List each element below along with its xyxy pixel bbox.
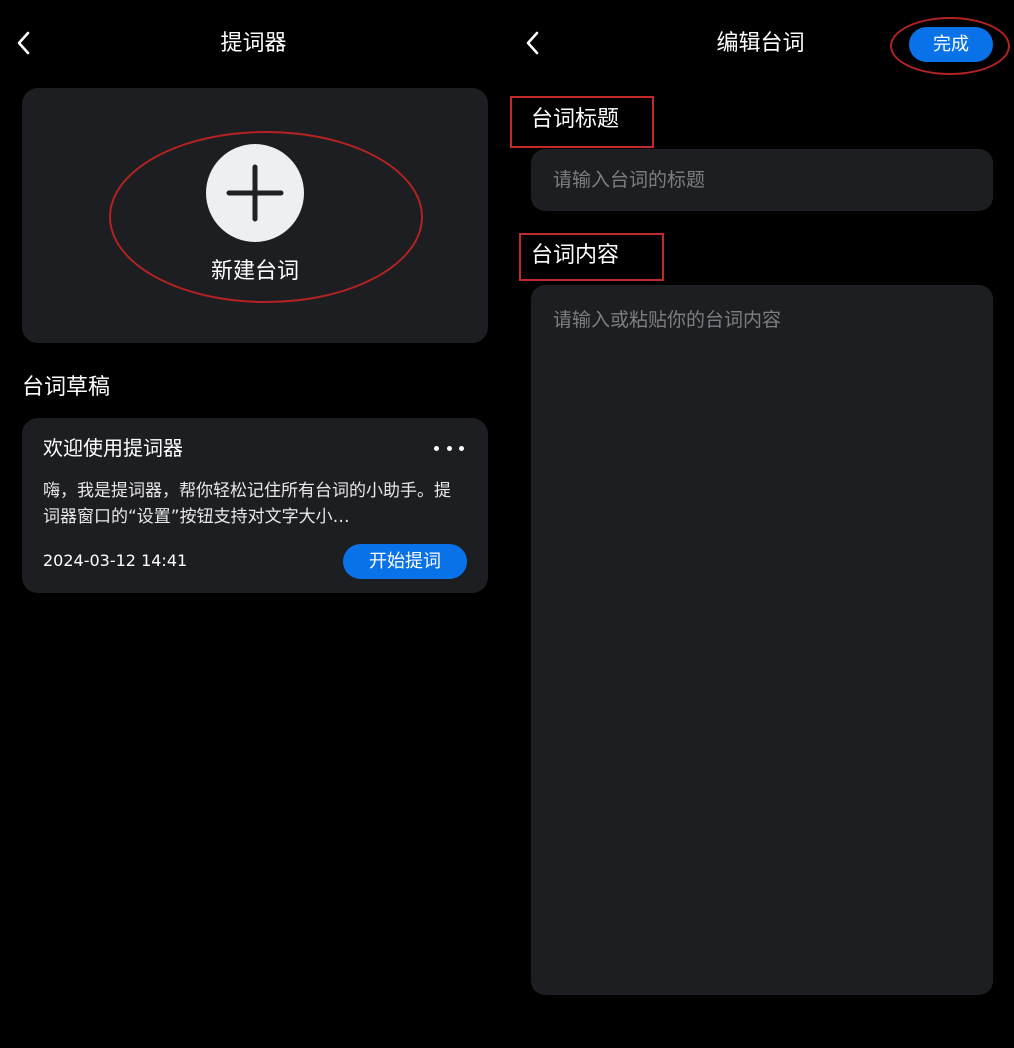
draft-title: 欢迎使用提词器 <box>43 436 183 460</box>
done-button[interactable]: 完成 <box>909 27 993 62</box>
plus-icon <box>226 164 284 222</box>
draft-timestamp: 2024-03-12 14:41 <box>43 551 188 570</box>
drafts-heading: 台词草稿 <box>22 375 111 400</box>
teleprompter-home-screen: 提词器 新建台词 台词草稿 欢迎使用提词器 嗨，我是提词器，帮你轻松记住所有台词… <box>0 0 507 1048</box>
content-field-label: 台词内容 <box>531 243 620 268</box>
title-field-label: 台词标题 <box>531 107 620 132</box>
content-input-placeholder: 请输入或粘贴你的台词内容 <box>553 309 782 331</box>
content-textarea[interactable]: 请输入或粘贴你的台词内容 <box>531 285 993 995</box>
start-prompting-button[interactable]: 开始提词 <box>343 544 467 579</box>
title-input-placeholder: 请输入台词的标题 <box>553 169 706 191</box>
page-title: 提词器 <box>220 31 287 56</box>
edit-script-screen: 编辑台词 完成 台词标题 请输入台词的标题 台词内容 请输入或粘贴你的台词内容 <box>507 0 1014 1048</box>
new-script-label: 新建台词 <box>210 259 299 284</box>
new-script-button[interactable] <box>206 144 304 242</box>
draft-card[interactable]: 欢迎使用提词器 嗨，我是提词器，帮你轻松记住所有台词的小助手。提词器窗口的“设置… <box>22 418 488 593</box>
draft-preview: 嗨，我是提词器，帮你轻松记住所有台词的小助手。提词器窗口的“设置”按钮支持对文字… <box>43 481 451 527</box>
title-input[interactable]: 请输入台词的标题 <box>531 149 993 211</box>
more-icon[interactable] <box>434 438 464 458</box>
new-script-card[interactable]: 新建台词 <box>22 88 488 343</box>
